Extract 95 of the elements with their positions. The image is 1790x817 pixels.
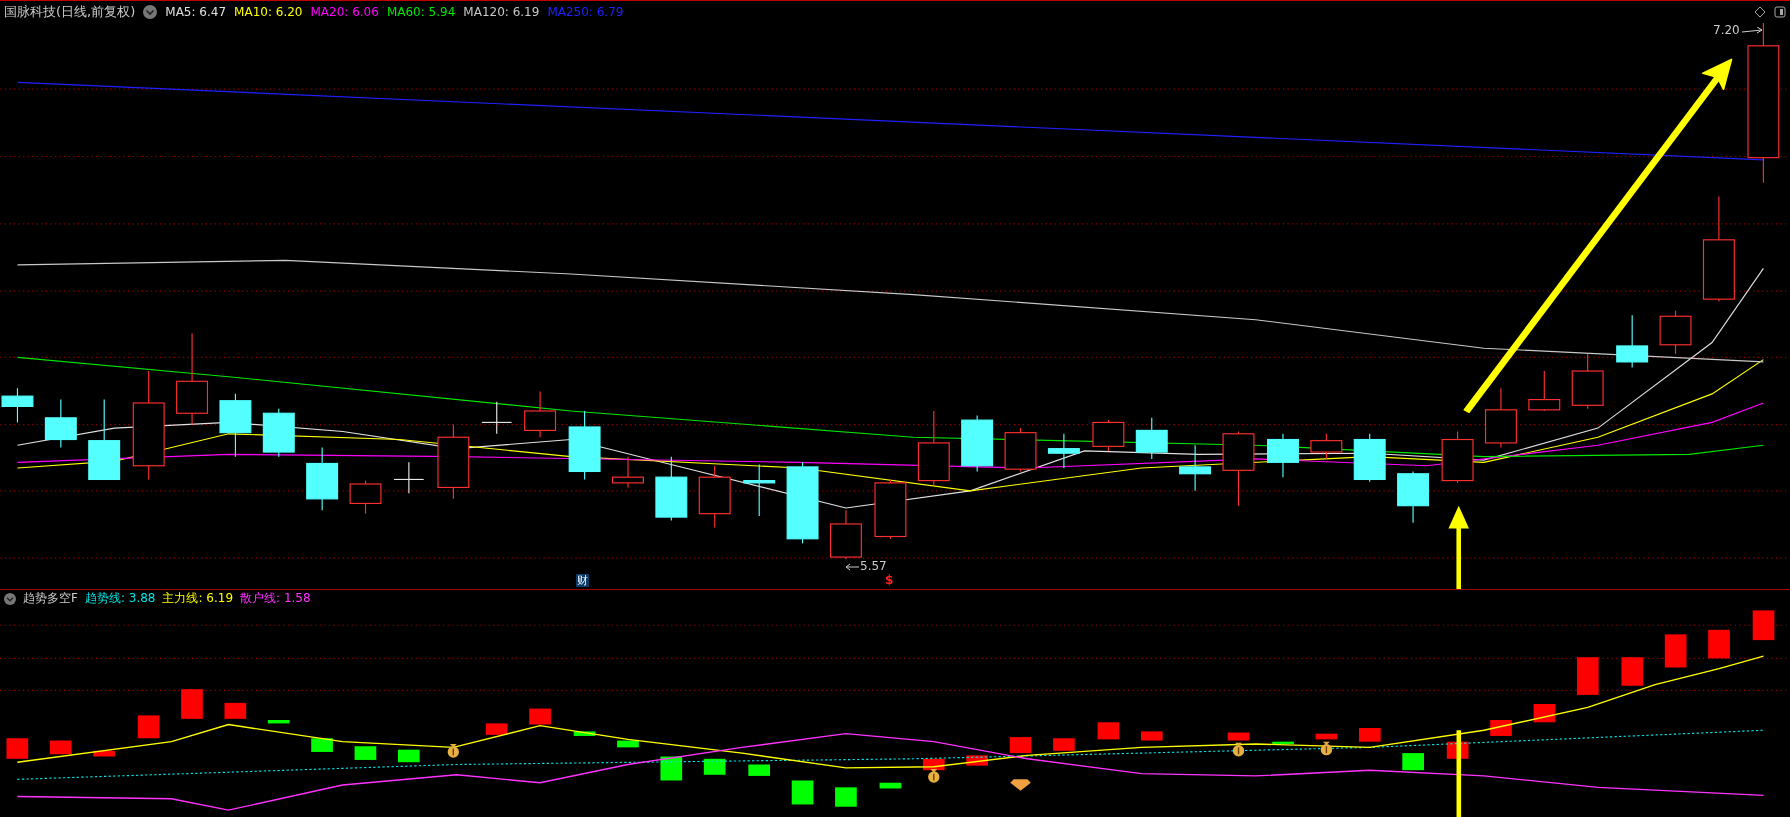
dropdown-icon[interactable] bbox=[4, 592, 16, 605]
candlestick bbox=[349, 480, 382, 515]
negative-bar bbox=[267, 720, 290, 724]
candlestick bbox=[1397, 470, 1430, 524]
candlestick bbox=[743, 464, 776, 517]
indicator-value: 趋势线: 3.88 bbox=[84, 590, 156, 607]
panel-toggle-icon[interactable] bbox=[1774, 6, 1786, 18]
candlestick bbox=[1571, 353, 1604, 410]
candlestick bbox=[568, 410, 601, 480]
candlestick bbox=[612, 456, 644, 488]
negative-bar bbox=[617, 740, 639, 748]
positive-bar bbox=[1227, 732, 1250, 741]
positive-bar bbox=[966, 755, 988, 766]
candlestick bbox=[219, 393, 252, 458]
positive-bar bbox=[49, 740, 72, 755]
candlestick bbox=[698, 465, 731, 528]
candlestick bbox=[1659, 310, 1692, 355]
positive-bar bbox=[1708, 629, 1730, 659]
positive-bar bbox=[1490, 720, 1512, 736]
candlestick bbox=[1135, 417, 1168, 460]
positive-bar bbox=[93, 750, 115, 757]
candlestick bbox=[1441, 430, 1474, 484]
candlestick bbox=[1353, 433, 1386, 483]
candlestick bbox=[524, 391, 557, 438]
candlestick bbox=[829, 509, 862, 560]
moving-average-value: MA60: 5.94 bbox=[386, 5, 456, 19]
moving-average-value: MA250: 6.79 bbox=[547, 5, 624, 19]
indicator-value: 散户线: 1.58 bbox=[240, 590, 311, 607]
negative-bar bbox=[354, 746, 377, 760]
candlestick bbox=[961, 415, 994, 473]
candlestick bbox=[1092, 419, 1125, 452]
candlestick bbox=[1528, 370, 1561, 412]
dropdown-icon[interactable] bbox=[143, 5, 158, 19]
indicator-title: 趋势多空F bbox=[23, 590, 78, 607]
negative-bar bbox=[748, 764, 771, 776]
negative-bar bbox=[1272, 741, 1294, 744]
negative-bar bbox=[879, 782, 902, 789]
dividend-mark[interactable]: $ bbox=[885, 573, 894, 587]
negative-bar bbox=[703, 758, 726, 775]
negative-bar bbox=[397, 749, 420, 763]
negative-bar bbox=[835, 787, 857, 807]
money-bag-icon bbox=[1320, 741, 1333, 756]
candlestick bbox=[393, 461, 425, 494]
candlestick bbox=[655, 456, 688, 522]
chart-title: 国脉科技(日线,前复权) bbox=[4, 3, 136, 21]
positive-bar bbox=[1009, 737, 1032, 754]
negative-bar bbox=[1402, 753, 1424, 771]
moving-average-value: MA20: 6.06 bbox=[310, 5, 379, 19]
positive-bar bbox=[1097, 722, 1120, 740]
money-bag-icon bbox=[1232, 742, 1245, 757]
positive-bar bbox=[1664, 634, 1687, 668]
arrow-icon bbox=[1742, 27, 1764, 35]
candlestick bbox=[1047, 433, 1080, 469]
negative-bar bbox=[660, 756, 683, 781]
low-price-label: 5.57 bbox=[860, 559, 887, 573]
candlestick bbox=[874, 478, 907, 540]
positive-bar bbox=[529, 708, 551, 725]
candlestick bbox=[1267, 433, 1299, 478]
candlestick bbox=[1179, 444, 1212, 492]
negative-bar bbox=[573, 731, 596, 736]
positive-bar bbox=[1752, 610, 1775, 641]
candlestick bbox=[1484, 387, 1517, 449]
candlestick bbox=[1004, 427, 1037, 473]
negative-bar bbox=[311, 738, 333, 752]
money-bag-icon bbox=[447, 743, 459, 758]
high-price-label: 7.20 bbox=[1713, 23, 1740, 37]
indicator-value: 主力线: 6.19 bbox=[162, 590, 234, 607]
candlestick bbox=[1, 387, 34, 423]
arrow-icon bbox=[845, 563, 859, 571]
positive-bar bbox=[1053, 738, 1075, 751]
positive-bar bbox=[6, 738, 29, 759]
positive-bar bbox=[181, 689, 203, 719]
positive-bar bbox=[485, 723, 508, 735]
positive-bar bbox=[1576, 657, 1599, 695]
negative-bar bbox=[791, 780, 814, 805]
positive-bar bbox=[1533, 704, 1556, 723]
moving-average-value: MA5: 6.47 bbox=[165, 5, 227, 19]
money-bag-icon bbox=[928, 769, 940, 783]
positive-bar bbox=[137, 715, 160, 739]
moving-average-value: MA10: 6.20 bbox=[234, 5, 303, 19]
candlestick bbox=[1616, 314, 1649, 369]
positive-bar bbox=[1358, 728, 1381, 742]
positive-bar bbox=[1140, 731, 1163, 741]
diamond-icon bbox=[1010, 779, 1031, 791]
positive-bar bbox=[1621, 657, 1644, 686]
candlestick bbox=[1310, 433, 1343, 460]
candlestick bbox=[44, 399, 77, 449]
diamond-icon[interactable] bbox=[1754, 6, 1766, 18]
candlestick bbox=[481, 401, 513, 435]
positive-bar bbox=[224, 702, 247, 719]
positive-bar bbox=[1315, 733, 1338, 740]
finance-event-badge[interactable]: 财 bbox=[576, 574, 589, 587]
candlestick bbox=[262, 408, 295, 458]
candlestick bbox=[306, 446, 339, 511]
moving-average-value: MA120: 6.19 bbox=[463, 5, 540, 19]
